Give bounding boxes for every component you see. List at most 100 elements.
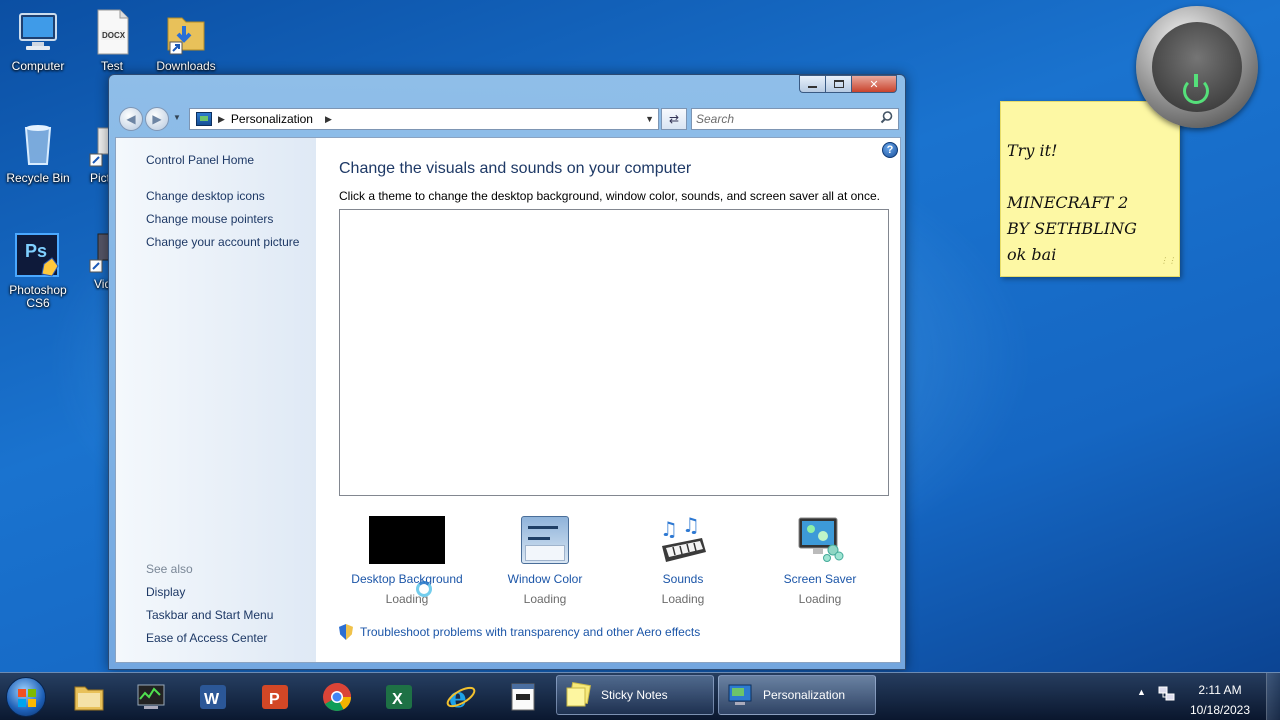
navigation-bar: ◀ ▶ ▼ ▶ Personalization ▶ ▼ ⇄ Search (117, 105, 899, 133)
show-hidden-icons-button[interactable]: ▲ (1137, 687, 1146, 697)
internet-explorer-icon: e (446, 681, 476, 713)
tile-status: Loading (523, 592, 567, 606)
taskbar-task-personalization[interactable]: Personalization (718, 675, 876, 715)
tile-status: Loading (661, 592, 705, 606)
tile-name[interactable]: Desktop Background (342, 572, 472, 586)
start-button[interactable] (6, 677, 46, 717)
svg-text:P: P (269, 691, 280, 708)
windows-logo-icon (18, 689, 36, 707)
link-change-account-picture[interactable]: Change your account picture (146, 235, 299, 249)
system-clock[interactable]: 2:11 AM 10/18/2023 (1186, 680, 1254, 720)
troubleshoot-link-row[interactable]: Troubleshoot problems with transparency … (339, 624, 700, 640)
tile-screen-saver[interactable]: Screen Saver Loading (755, 516, 885, 606)
desktop-icon-computer[interactable]: Computer (0, 8, 76, 73)
link-change-mouse-pointers[interactable]: Change mouse pointers (146, 212, 273, 226)
help-button[interactable]: ? (882, 142, 898, 158)
back-button[interactable]: ◀ (119, 107, 143, 131)
taskbar-word[interactable]: W (194, 678, 232, 716)
uac-shield-icon (339, 624, 353, 640)
desktop-icon-label: Pictu (90, 171, 110, 185)
desktop-icon-recycle-bin[interactable]: Recycle Bin (0, 120, 76, 185)
clock-date: 10/18/2023 (1189, 703, 1251, 717)
task-pane: Control Panel Home Change desktop icons … (116, 138, 316, 662)
main-pane: ? Change the visuals and sounds on your … (316, 138, 900, 662)
photoshop-badge: Ps (25, 241, 48, 261)
tile-name[interactable]: Window Color (480, 572, 610, 586)
folder-icon (74, 686, 104, 711)
breadcrumb-separator-icon[interactable]: ▶ (325, 114, 332, 125)
maximize-button[interactable] (825, 75, 851, 93)
task-label: Personalization (763, 688, 846, 702)
taskbar-task-sticky-notes[interactable]: Sticky Notes (556, 675, 714, 715)
refresh-icon: ⇄ (668, 112, 680, 126)
show-desktop-button[interactable] (1266, 673, 1280, 720)
help-icon: ? (886, 144, 894, 156)
clock-time: 2:11 AM (1198, 683, 1242, 697)
recent-pages-dropdown[interactable]: ▼ (173, 113, 181, 122)
taskbar-excel[interactable]: X (380, 678, 418, 716)
recycle-bin-icon (14, 120, 62, 168)
maximize-icon (833, 80, 844, 88)
link-control-panel-home[interactable]: Control Panel Home (146, 153, 254, 167)
taskbar-notepad-app[interactable] (504, 678, 542, 716)
forward-button[interactable]: ▶ (145, 107, 169, 131)
personalization-icon (728, 684, 752, 705)
back-arrow-icon: ◀ (126, 112, 136, 126)
theme-list[interactable] (339, 209, 889, 496)
tile-sounds[interactable]: ♫ ♫ Sounds Loading (618, 513, 748, 606)
folder-icon (162, 8, 210, 56)
link-taskbar-start-menu[interactable]: Taskbar and Start Menu (146, 608, 273, 622)
computer-icon (14, 8, 62, 56)
desktop-icon-downloads[interactable]: Downloads (148, 8, 224, 73)
address-dropdown-icon[interactable]: ▼ (645, 114, 654, 124)
network-icon[interactable] (1158, 685, 1176, 708)
desktop-icon-photoshop[interactable]: Ps Photoshop CS6 (0, 232, 76, 310)
taskbar-powerpoint[interactable]: P (256, 678, 294, 716)
desktop-icon-label: Photoshop CS6 (9, 283, 67, 310)
search-input[interactable]: Search (691, 108, 899, 130)
tile-name[interactable]: Screen Saver (755, 572, 885, 586)
taskbar: W P X e Sticky Notes Personalization ▲ 2… (0, 672, 1280, 720)
pictures-shortcut-icon (88, 126, 110, 168)
tile-desktop-background[interactable]: Desktop Background Loading (342, 516, 472, 606)
chrome-icon (323, 683, 351, 711)
desktop-icon-videos[interactable]: Vide (74, 232, 110, 291)
resize-grip-icon[interactable]: ⋮⋮ (1160, 248, 1176, 274)
caption-buttons: ✕ (799, 75, 897, 93)
personalization-window: ✕ ◀ ▶ ▼ ▶ Personalization ▶ ▼ ⇄ Search C… (108, 74, 906, 670)
busy-cursor-icon (416, 581, 432, 597)
taskbar-explorer[interactable] (70, 678, 108, 716)
sounds-icon: ♫ ♫ (658, 513, 708, 564)
tile-name[interactable]: Sounds (618, 572, 748, 586)
control-panel-icon (196, 112, 212, 126)
document-window-icon (511, 683, 535, 711)
power-icon[interactable] (1183, 74, 1209, 104)
sticky-note[interactable]: Try it! MINECRAFT 2 BY SETHBLING ok bai … (1000, 101, 1180, 277)
search-icon[interactable] (880, 111, 893, 127)
desktop-background-thumbnail (369, 516, 445, 564)
photoshop-icon: Ps (14, 232, 62, 280)
troubleshoot-link[interactable]: Troubleshoot problems with transparency … (360, 625, 700, 639)
taskbar-internet-explorer[interactable]: e (442, 678, 480, 716)
desktop-icon-test-docx[interactable]: DOCX Test (74, 8, 150, 73)
breadcrumb-separator-icon[interactable]: ▶ (218, 114, 225, 125)
refresh-button[interactable]: ⇄ (661, 108, 687, 130)
tile-window-color[interactable]: Window Color Loading (480, 516, 610, 606)
link-change-desktop-icons[interactable]: Change desktop icons (146, 189, 265, 203)
minimize-button[interactable] (799, 75, 825, 93)
sticky-note-line (1007, 164, 1179, 190)
address-bar[interactable]: ▶ Personalization ▶ ▼ (189, 108, 659, 130)
shutdown-gadget[interactable] (1136, 6, 1258, 128)
desktop-icon-pictures[interactable]: Pictu (74, 126, 110, 185)
taskbar-task-manager[interactable] (132, 678, 170, 716)
powerpoint-icon: P (262, 685, 288, 709)
sticky-note-line: MINECRAFT 2 (1007, 193, 1129, 212)
taskbar-chrome[interactable] (318, 678, 356, 716)
excel-icon: X (386, 685, 412, 709)
link-ease-of-access[interactable]: Ease of Access Center (146, 631, 267, 645)
close-button[interactable]: ✕ (851, 75, 897, 93)
sticky-note-line: BY SETHBLING (1007, 219, 1137, 238)
link-display[interactable]: Display (146, 585, 185, 599)
svg-text:♫: ♫ (660, 517, 678, 541)
breadcrumb-personalization[interactable]: Personalization (231, 112, 313, 126)
